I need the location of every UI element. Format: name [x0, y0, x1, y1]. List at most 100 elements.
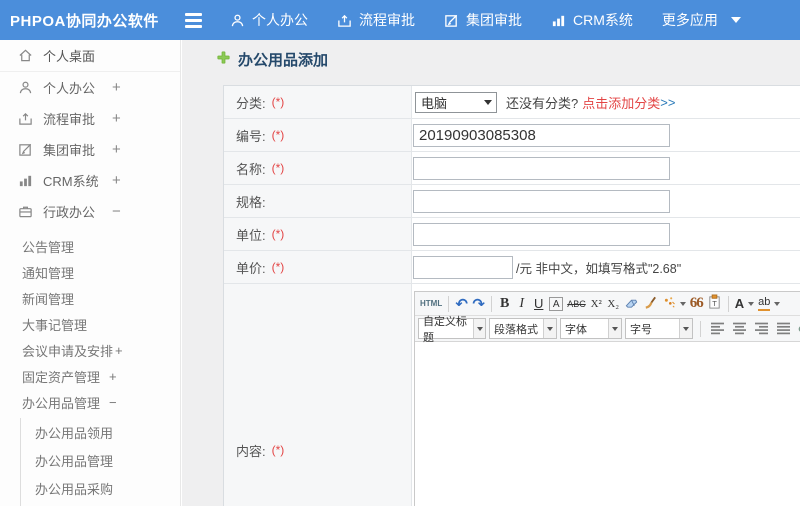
- sidebar-item-workflow-approval[interactable]: 流程审批 +: [0, 103, 180, 134]
- format-brush-button[interactable]: [641, 294, 660, 314]
- expand-plus-icon[interactable]: +: [112, 141, 121, 158]
- bold-button[interactable]: B: [496, 294, 513, 314]
- nav-personal-office[interactable]: 个人办公: [230, 10, 308, 30]
- sidebar-item-label: CRM系统: [43, 174, 99, 189]
- svg-text:T: T: [712, 299, 717, 308]
- select-caret-icon: [608, 319, 621, 338]
- main-content: 办公用品添加 分类: (*) 电脑 还没有分类? 点击添加分类 >> 编号: (…: [182, 40, 800, 506]
- nav-group-approval[interactable]: 集团审批: [444, 10, 522, 30]
- required-mark: (*): [271, 260, 285, 274]
- align-left-button[interactable]: [708, 319, 727, 339]
- custom-title-select[interactable]: 自定义标题: [418, 316, 486, 344]
- form-row-unit: 单位: (*): [224, 218, 800, 251]
- sidebar-subitem-announcement-mgmt[interactable]: 公告管理: [0, 233, 180, 259]
- name-label: 名称:: [236, 161, 266, 177]
- code-input[interactable]: [413, 123, 670, 147]
- spec-input[interactable]: [413, 189, 670, 213]
- align-justify-button[interactable]: [774, 319, 793, 339]
- nav-crm-system[interactable]: CRM系统: [551, 10, 633, 30]
- spec-label: 规格:: [236, 194, 266, 210]
- required-mark: (*): [271, 227, 285, 241]
- nav-workflow-approval[interactable]: 流程审批: [337, 10, 415, 30]
- select-caret-icon: [473, 319, 485, 338]
- font-size-select[interactable]: 字号: [625, 318, 693, 339]
- expand-plus-icon[interactable]: +: [112, 79, 121, 96]
- category-hint: 还没有分类?: [506, 95, 579, 111]
- nav-more-apps[interactable]: 更多应用: [662, 10, 741, 30]
- select-caret-icon: [543, 319, 556, 338]
- price-label: 单价:: [236, 260, 266, 276]
- paste-button[interactable]: T: [705, 294, 724, 314]
- expand-plus-icon[interactable]: +: [112, 110, 121, 127]
- superscript-button[interactable]: X²: [588, 294, 605, 314]
- font-color-button[interactable]: A: [733, 294, 756, 314]
- sidebar-subitem-events-mgmt[interactable]: 大事记管理: [0, 311, 180, 337]
- clipboard-icon: T: [707, 294, 722, 313]
- category-selected-value: 电脑: [421, 95, 448, 111]
- sidebar-subitem-supplies-manage[interactable]: 办公用品管理: [21, 446, 180, 474]
- name-input[interactable]: [413, 156, 670, 180]
- collapse-minus-icon[interactable]: −: [112, 203, 121, 220]
- underline-button[interactable]: U: [530, 294, 547, 314]
- select-caret-icon: [679, 319, 692, 338]
- eraser-icon: [624, 295, 639, 313]
- bar-chart-icon: [551, 13, 566, 28]
- form-row-name: 名称: (*): [224, 152, 800, 185]
- add-category-arrows[interactable]: >>: [660, 95, 675, 110]
- top-navigation: 个人办公 流程审批 集团审批 CRM系统 更多应用: [230, 10, 741, 30]
- nav-label: 流程审批: [359, 12, 415, 28]
- strikethrough-button[interactable]: ABC: [565, 294, 588, 314]
- blockquote-button[interactable]: 66: [688, 294, 705, 314]
- expand-plus-icon[interactable]: +: [112, 172, 121, 189]
- link-button[interactable]: [796, 319, 800, 339]
- subscript-button[interactable]: X₂: [605, 294, 622, 314]
- sidebar-item-label: 集团审批: [43, 143, 96, 158]
- undo-button[interactable]: ↶: [453, 294, 470, 314]
- sidebar-item-crm[interactable]: CRM系统 +: [0, 165, 180, 196]
- highlight-color-button[interactable]: ab: [756, 294, 782, 314]
- form-row-price: 单价: (*) /元 非中文，如填写格式"2.68": [224, 251, 800, 284]
- menu-toggle-icon[interactable]: [183, 9, 204, 32]
- nav-label: 个人办公: [252, 12, 308, 28]
- sidebar-item-desktop[interactable]: 个人桌面: [0, 40, 180, 72]
- font-family-select[interactable]: 字体: [560, 318, 622, 339]
- unit-input[interactable]: [413, 222, 670, 246]
- paragraph-format-select[interactable]: 段落格式: [489, 318, 557, 339]
- person-icon: [17, 80, 34, 95]
- required-mark: (*): [271, 443, 285, 457]
- align-center-button[interactable]: [730, 319, 749, 339]
- sidebar-subitem-supplies-stock[interactable]: 办公用品库存: [21, 502, 180, 506]
- sidebar-item-label: 行政办公: [43, 205, 96, 220]
- italic-button[interactable]: I: [513, 294, 530, 314]
- category-select[interactable]: 电脑: [415, 91, 497, 113]
- workflow-share-icon: [17, 111, 34, 126]
- sidebar-subitem-supplies-mgmt[interactable]: 办公用品管理 −: [0, 389, 180, 415]
- redo-button[interactable]: ↷: [470, 294, 487, 314]
- editor-content-area[interactable]: [415, 342, 800, 506]
- rich-text-editor: HTML ↶ ↷ B I U A ABC X² X₂ 66 T A ab 自定义…: [414, 291, 800, 506]
- sidebar-subitem-supplies-purchase[interactable]: 办公用品采购: [21, 474, 180, 502]
- sidebar-item-group-approval[interactable]: 集团审批 +: [0, 134, 180, 165]
- expand-plus-icon[interactable]: +: [115, 343, 123, 358]
- sidebar-subitem-news-mgmt[interactable]: 新闻管理: [0, 285, 180, 311]
- form-row-code: 编号: (*): [224, 119, 800, 152]
- expand-plus-icon[interactable]: +: [109, 369, 117, 384]
- unit-label: 单位:: [236, 227, 266, 243]
- autoformat-button[interactable]: A: [547, 294, 565, 314]
- html-source-button[interactable]: HTML: [418, 294, 444, 314]
- eraser-button[interactable]: [622, 294, 641, 314]
- code-label: 编号:: [236, 128, 266, 144]
- sidebar-item-personal-office[interactable]: 个人办公 +: [0, 72, 180, 103]
- sidebar-subitem-meeting-mgmt[interactable]: 会议申请及安排 +: [0, 337, 180, 363]
- add-plus-icon: [217, 50, 230, 69]
- collapse-minus-icon[interactable]: −: [109, 395, 117, 410]
- clear-format-button[interactable]: [660, 294, 688, 314]
- align-right-button[interactable]: [752, 319, 771, 339]
- top-header-bar: PHPOA协同办公软件 个人办公 流程审批 集团审批 CRM系统 更多应用: [0, 0, 800, 40]
- sidebar-subitem-assets-mgmt[interactable]: 固定资产管理 +: [0, 363, 180, 389]
- sidebar-item-admin-office[interactable]: 行政办公 −: [0, 196, 180, 227]
- add-category-link[interactable]: 点击添加分类: [582, 93, 660, 112]
- price-input[interactable]: [413, 255, 513, 279]
- sidebar-subitem-supplies-claim[interactable]: 办公用品领用: [21, 418, 180, 446]
- sidebar-subitem-notice-mgmt[interactable]: 通知管理: [0, 259, 180, 285]
